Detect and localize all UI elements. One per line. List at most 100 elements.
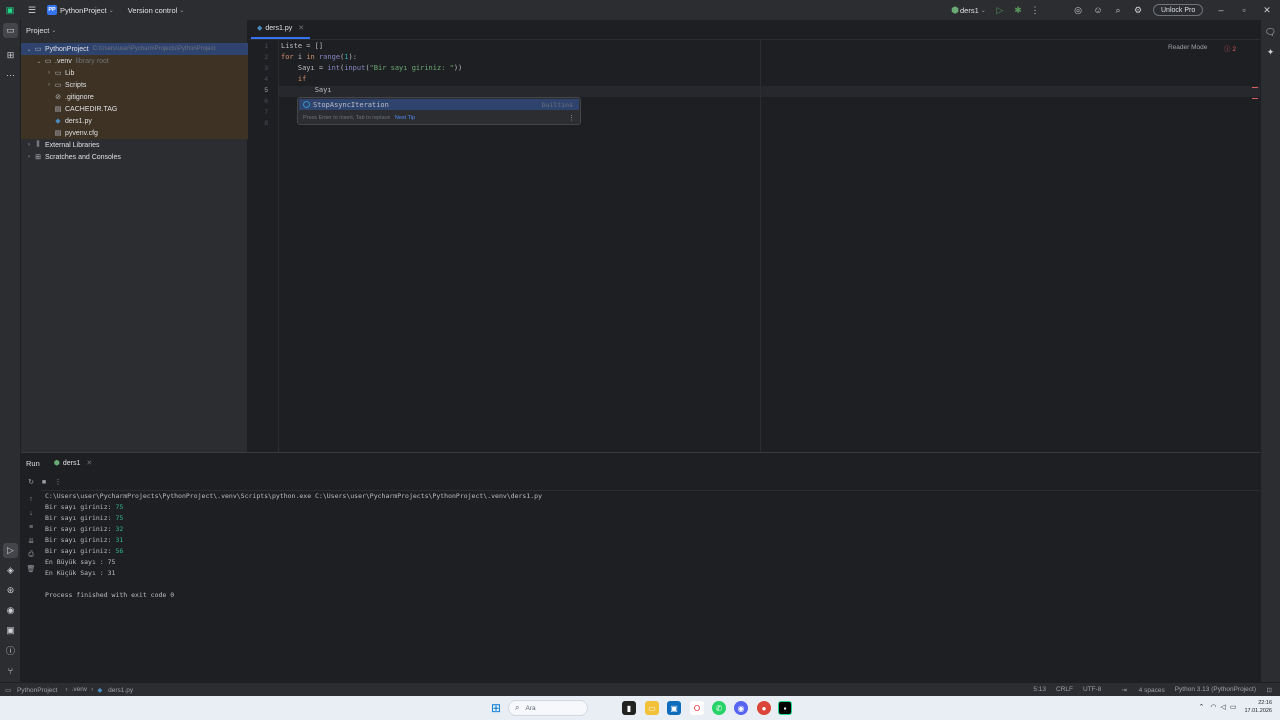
code-builtin: input bbox=[344, 64, 366, 72]
maximize-icon[interactable]: ▫ bbox=[1237, 3, 1251, 17]
chevron-down-icon: ⌄ bbox=[980, 7, 986, 14]
task-view-icon[interactable]: ▮ bbox=[622, 701, 636, 715]
code-line-4[interactable]: if bbox=[281, 75, 306, 83]
file-encoding[interactable]: UTF-8 bbox=[1083, 686, 1101, 693]
close-icon[interactable]: ✕ bbox=[86, 459, 92, 467]
taskbar-search-placeholder: Ara bbox=[525, 704, 536, 712]
git-icon[interactable]: ⑂ bbox=[3, 663, 18, 678]
chrome-icon[interactable]: ● bbox=[757, 701, 771, 715]
terminal-icon[interactable]: ▣ bbox=[3, 623, 18, 638]
problems-icon[interactable]: ⓘ bbox=[3, 643, 18, 658]
caret-position[interactable]: 5:13 bbox=[1033, 686, 1046, 693]
more-icon[interactable]: ⋮ bbox=[568, 114, 575, 122]
code-line-1[interactable]: Liste = [] bbox=[281, 42, 323, 50]
structure-tool-icon[interactable]: ⊞ bbox=[3, 48, 18, 63]
tab-ders1[interactable]: ◆ ders1.py ✕ bbox=[251, 19, 311, 39]
tree-item-venv[interactable]: ⌄ ▭ .venv library root bbox=[35, 55, 108, 67]
tree-item-lib[interactable]: › ▭ Lib bbox=[45, 67, 74, 79]
run-config-selector[interactable]: ⬢ ders1 ⌄ bbox=[950, 0, 986, 20]
more-tools-icon[interactable]: ⋯ bbox=[3, 68, 18, 83]
scroll-to-end-icon[interactable]: ⇊ bbox=[25, 535, 37, 547]
breadcrumb-item[interactable]: ▭ PythonProject bbox=[5, 686, 61, 694]
run-panel: Run ⬢ ders1 ✕ ↻ ■ ⋮ ↑ ↓ ≡ ⇊ ⎙ 🗑 C:\Users… bbox=[21, 452, 1260, 682]
chevron-down-icon: ⌄ bbox=[36, 58, 42, 65]
error-stripe-mark[interactable] bbox=[1252, 87, 1258, 88]
whatsapp-icon[interactable]: ✆ bbox=[712, 701, 726, 715]
tree-item-root[interactable]: ⌄ ▭ PythonProject C:\Users\user\PycharmP… bbox=[25, 43, 215, 55]
run-tool-icon[interactable]: ▷ bbox=[3, 543, 18, 558]
taskbar-search[interactable]: ⌕ Ara bbox=[508, 700, 588, 716]
project-tool-icon[interactable]: ▭ bbox=[3, 23, 18, 38]
main-menu-icon[interactable]: ☰ bbox=[25, 3, 39, 17]
lock-icon[interactable]: ⊡ bbox=[1267, 686, 1272, 694]
next-tip-link[interactable]: Next Tip bbox=[395, 115, 415, 121]
ai-chat-icon[interactable]: ✦ bbox=[1263, 45, 1278, 60]
python-packages-icon[interactable]: ◈ bbox=[3, 563, 18, 578]
run-tab-ders1[interactable]: ⬢ ders1 ✕ bbox=[54, 459, 93, 468]
battery-icon[interactable]: ▭ bbox=[1230, 703, 1237, 711]
tree-item-pyvenv[interactable]: ▤ pyvenv.cfg bbox=[53, 127, 98, 139]
project-panel-header[interactable]: Project ⌄ bbox=[21, 20, 247, 40]
tray-chevron-icon[interactable]: ⌃ bbox=[1198, 703, 1204, 711]
tree-item-external-libraries[interactable]: › ⫼ External Libraries bbox=[25, 139, 99, 151]
more-icon[interactable]: ⋮ bbox=[1028, 3, 1042, 17]
chevron-right-icon: › bbox=[28, 142, 30, 148]
console-line: Bir sayı giriniz: 75 bbox=[45, 503, 123, 511]
completion-item-type: builtins bbox=[541, 100, 573, 109]
code-line-3[interactable]: Sayı = int(input("Bir sayı giriniz: ")) bbox=[281, 64, 462, 72]
print-icon[interactable]: ⎙ bbox=[25, 549, 37, 561]
completion-item[interactable]: StopAsyncIteration builtins bbox=[299, 99, 579, 110]
reader-mode-button[interactable]: Reader Mode bbox=[1168, 38, 1207, 56]
discord-icon[interactable]: ◉ bbox=[734, 701, 748, 715]
right-margin-guide bbox=[760, 40, 761, 452]
clock[interactable]: 22:16 17.01.2026 bbox=[1244, 699, 1272, 715]
breadcrumb-item[interactable]: .venv bbox=[72, 686, 88, 693]
ai-assistant-icon[interactable]: ◎ bbox=[1071, 3, 1085, 17]
breadcrumb-item[interactable]: ◆ ders1.py bbox=[97, 686, 137, 694]
python-console-icon[interactable]: ◉ bbox=[3, 603, 18, 618]
file-explorer-icon[interactable]: ▭ bbox=[645, 701, 659, 715]
pycharm-taskbar-icon[interactable]: ▪ bbox=[778, 701, 792, 715]
services-icon[interactable]: ⊛ bbox=[3, 583, 18, 598]
close-icon[interactable]: ✕ bbox=[1260, 3, 1274, 17]
wifi-icon[interactable]: ◠ bbox=[1210, 703, 1216, 711]
error-indicator[interactable]: ⓘ 2 bbox=[1224, 43, 1236, 53]
tree-item-ders1[interactable]: ◆ ders1.py bbox=[53, 115, 92, 127]
more-icon[interactable]: ⋮ bbox=[52, 476, 64, 488]
error-stripe-mark[interactable] bbox=[1252, 98, 1258, 99]
search-icon[interactable]: ⌕ bbox=[1111, 3, 1125, 17]
account-icon[interactable]: ☺ bbox=[1091, 3, 1105, 17]
volume-icon[interactable]: ◁ bbox=[1220, 703, 1225, 711]
indent-icon: ⇥ bbox=[1121, 686, 1127, 694]
vcs-menu[interactable]: Version control ⌄ bbox=[128, 0, 185, 20]
tree-item-gitignore[interactable]: ⊘ .gitignore bbox=[53, 91, 94, 103]
python-interpreter[interactable]: Python 3.13 (PythonProject) bbox=[1175, 686, 1256, 693]
chevron-right-icon: › bbox=[48, 70, 50, 76]
app-icon[interactable]: ▣ bbox=[667, 701, 681, 715]
run-icon[interactable]: ▷ bbox=[993, 3, 1007, 17]
tree-item-scripts[interactable]: › ▭ Scripts bbox=[45, 79, 86, 91]
folder-icon: ▭ bbox=[54, 70, 62, 77]
opera-icon[interactable]: O bbox=[690, 701, 704, 715]
tree-item-cachedir[interactable]: ▤ CACHEDIR.TAG bbox=[53, 103, 118, 115]
indent-widget[interactable]: ⇥ 4 spaces bbox=[1111, 686, 1164, 694]
unlock-pro-button[interactable]: Unlock Pro bbox=[1153, 4, 1204, 16]
settings-icon[interactable]: ⚙ bbox=[1131, 3, 1145, 17]
debug-icon[interactable]: ✱ bbox=[1011, 3, 1025, 17]
tree-item-scratches[interactable]: › ⊞ Scratches and Consoles bbox=[25, 151, 121, 163]
code-line-5[interactable]: Sayı bbox=[281, 86, 332, 94]
down-icon[interactable]: ↓ bbox=[25, 507, 37, 519]
soft-wrap-icon[interactable]: ≡ bbox=[25, 521, 37, 533]
up-icon[interactable]: ↑ bbox=[25, 493, 37, 505]
close-icon[interactable]: ✕ bbox=[298, 24, 304, 32]
breadcrumb: ▭ PythonProject › .venv › ◆ ders1.py bbox=[0, 686, 141, 694]
minimize-icon[interactable]: – bbox=[1214, 3, 1228, 17]
notifications-icon[interactable]: 🗨 bbox=[1263, 25, 1278, 40]
trash-icon[interactable]: 🗑 bbox=[25, 563, 37, 575]
line-number: 2 bbox=[264, 54, 268, 61]
windows-start-icon[interactable]: ⊞ bbox=[489, 701, 503, 715]
project-switcher[interactable]: PP PythonProject ⌄ bbox=[47, 0, 114, 20]
reader-mode-label: Reader Mode bbox=[1168, 43, 1208, 51]
line-separator[interactable]: CRLF bbox=[1056, 686, 1073, 693]
code-line-2[interactable]: for i in range(1): bbox=[281, 53, 357, 61]
